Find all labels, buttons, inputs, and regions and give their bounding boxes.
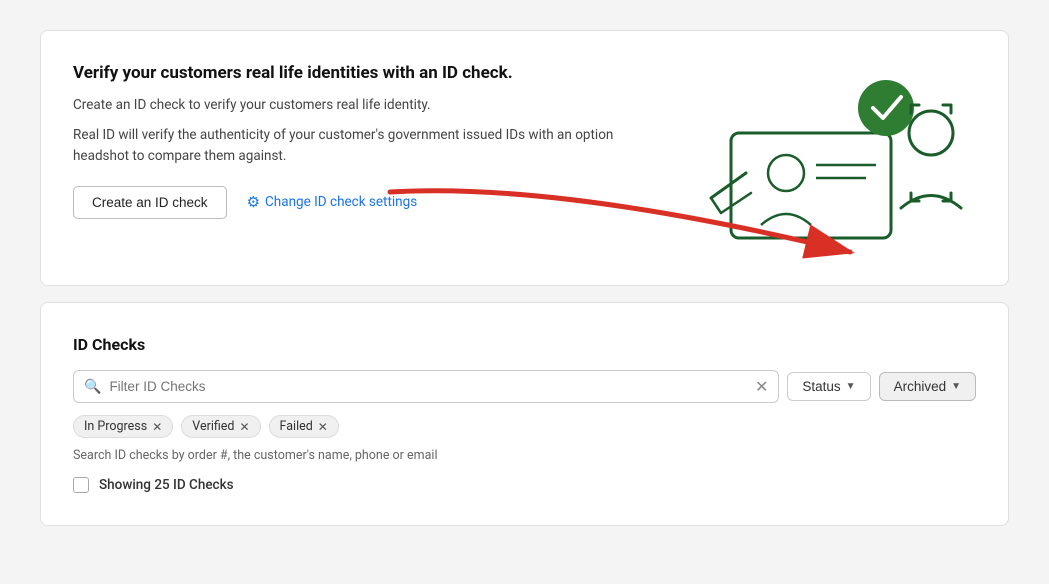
status-button-label: Status — [802, 379, 840, 394]
id-checks-card: ID Checks 🔍 ✕ Status ▼ Archived ▼ In Pro… — [40, 302, 1009, 526]
tag-in-progress: In Progress ✕ — [73, 415, 173, 438]
clear-icon[interactable]: ✕ — [755, 377, 768, 396]
create-id-check-button[interactable]: Create an ID check — [73, 186, 227, 219]
settings-link[interactable]: ⚙ Change ID check settings — [247, 193, 418, 211]
showing-label: Showing 25 ID Checks — [99, 477, 234, 493]
gear-icon: ⚙ — [247, 193, 260, 211]
hero-text: Verify your customers real life identiti… — [73, 63, 633, 219]
tag-failed: Failed ✕ — [269, 415, 339, 438]
hero-desc2: Real ID will verify the authenticity of … — [73, 125, 633, 166]
tags-row: In Progress ✕ Verified ✕ Failed ✕ — [73, 415, 976, 438]
status-caret-icon: ▼ — [846, 381, 856, 392]
section-title: ID Checks — [73, 335, 976, 354]
tag-failed-label: Failed — [280, 419, 313, 434]
tag-verified-close[interactable]: ✕ — [239, 420, 249, 434]
tag-in-progress-label: In Progress — [84, 419, 147, 434]
tag-in-progress-close[interactable]: ✕ — [152, 420, 162, 434]
select-all-checkbox[interactable] — [73, 477, 89, 493]
search-icon: 🔍 — [84, 379, 101, 395]
tag-verified-label: Verified — [192, 419, 234, 434]
filter-row: 🔍 ✕ Status ▼ Archived ▼ — [73, 370, 976, 403]
showing-row: Showing 25 ID Checks — [73, 477, 976, 493]
archived-caret-icon: ▼ — [951, 381, 961, 392]
hero-actions: Create an ID check ⚙ Change ID check set… — [73, 186, 633, 219]
search-input[interactable] — [109, 379, 755, 394]
settings-link-label: Change ID check settings — [265, 194, 417, 210]
archived-button-label: Archived — [894, 379, 947, 394]
hero-card: Verify your customers real life identiti… — [40, 30, 1009, 286]
tag-verified: Verified ✕ — [181, 415, 260, 438]
archived-filter-button[interactable]: Archived ▼ — [879, 372, 976, 401]
status-filter-button[interactable]: Status ▼ — [787, 372, 870, 401]
hero-title: Verify your customers real life identiti… — [73, 63, 633, 83]
search-box: 🔍 ✕ — [73, 370, 779, 403]
hero-desc1: Create an ID check to verify your custom… — [73, 95, 633, 115]
search-hint: Search ID checks by order #, the custome… — [73, 448, 976, 463]
tag-failed-close[interactable]: ✕ — [318, 420, 328, 434]
hero-illustration — [696, 53, 976, 253]
id-illustration — [701, 53, 971, 253]
